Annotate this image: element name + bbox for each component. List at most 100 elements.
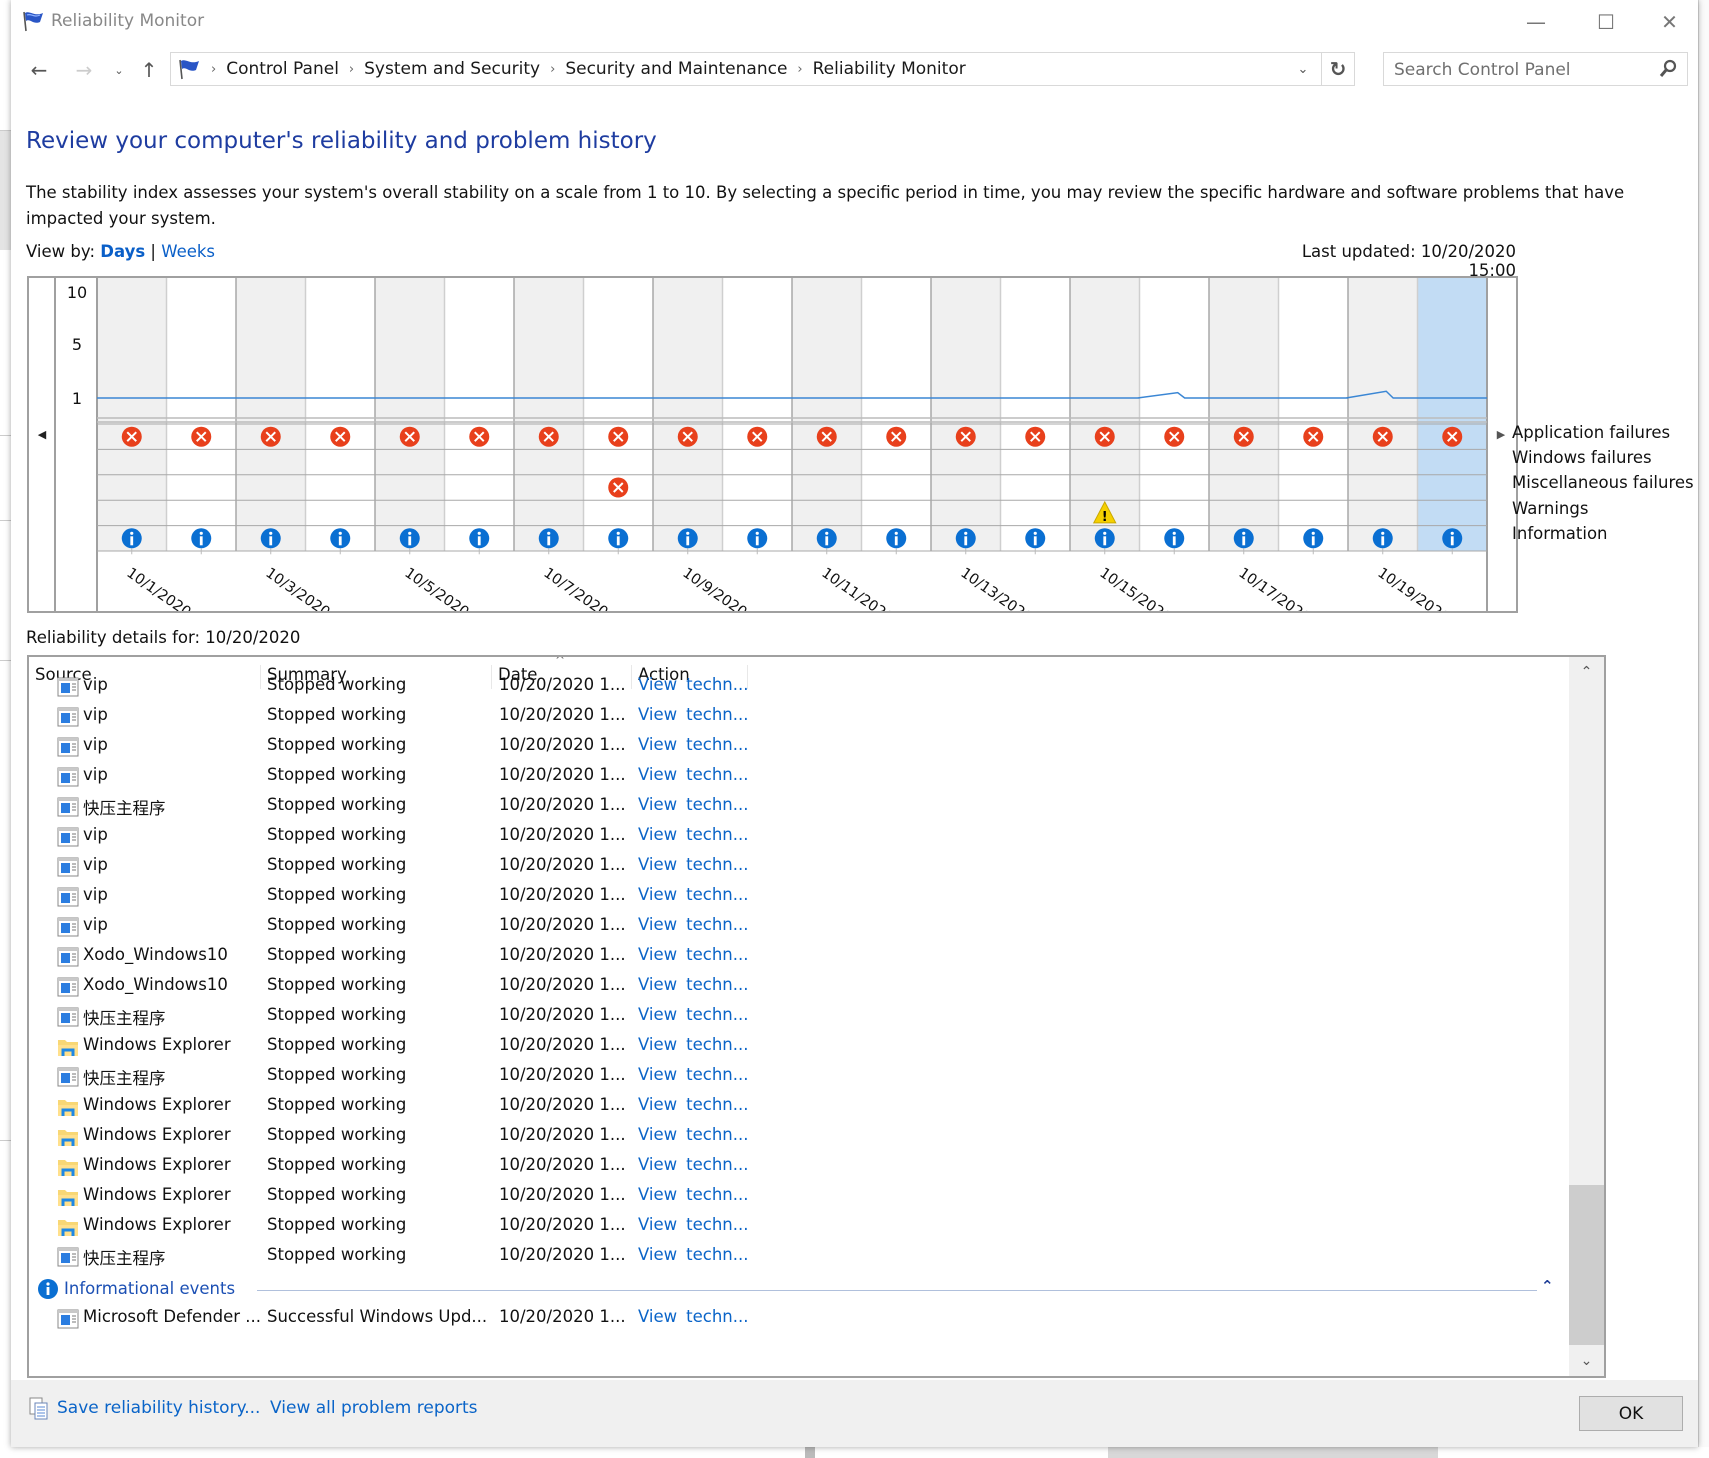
view-technical-details-link[interactable]: techn... xyxy=(686,795,748,814)
breadcrumb-system-and-security[interactable]: System and Security xyxy=(364,59,540,79)
view-technical-details-link[interactable]: View xyxy=(638,915,677,934)
address-dropdown-button[interactable]: ⌄ xyxy=(1288,53,1318,85)
table-row[interactable]: Windows Explorer Stopped working 10/20/202… xyxy=(29,1213,1569,1243)
table-row[interactable]: Windows Explorer Stopped working 10/20/202… xyxy=(29,1093,1569,1123)
breadcrumb-reliability-monitor[interactable]: Reliability Monitor xyxy=(813,59,966,79)
view-technical-details-link[interactable]: View xyxy=(638,825,677,844)
breadcrumb-separator-icon[interactable]: › xyxy=(797,62,802,77)
view-technical-details-link[interactable]: techn... xyxy=(686,735,748,754)
close-button[interactable]: ✕ xyxy=(1641,0,1698,44)
view-technical-details-link[interactable]: techn... xyxy=(686,1307,748,1326)
view-technical-details-link[interactable]: View xyxy=(638,1215,677,1234)
view-technical-details-link[interactable]: View xyxy=(638,705,677,724)
table-scrollbar[interactable]: ⌃ ⌄ xyxy=(1569,657,1604,1376)
breadcrumb-separator-icon[interactable]: › xyxy=(550,62,555,77)
scroll-left-icon[interactable]: ◀ xyxy=(38,428,47,441)
table-row[interactable]: vip Stopped working 10/20/2020 1... View tec… xyxy=(29,883,1569,913)
table-row[interactable]: vip Stopped working 10/20/2020 1... View tec… xyxy=(29,673,1569,703)
table-row[interactable]: vip Stopped working 10/20/2020 1... View tec… xyxy=(29,733,1569,763)
table-row[interactable]: Windows Explorer Stopped working 10/20/202… xyxy=(29,1153,1569,1183)
view-technical-details-link[interactable]: techn... xyxy=(686,975,748,994)
scroll-right-icon[interactable]: ▶ xyxy=(1497,428,1506,441)
forward-button[interactable]: → xyxy=(71,56,97,84)
view-technical-details-link[interactable]: View xyxy=(638,1185,677,1204)
view-technical-details-link[interactable]: techn... xyxy=(686,1185,748,1204)
table-row[interactable]: 快压主程序 Stopped working 10/20/2020 1... View t… xyxy=(29,793,1569,823)
informational-events-group[interactable]: Informational events ⌃ xyxy=(37,1275,1557,1305)
stability-chart[interactable]: 10 5 1! 10/1/2020 10/3/2020 10/5/2020 10/7/202… xyxy=(27,276,1518,613)
view-technical-details-link[interactable]: techn... xyxy=(686,915,748,934)
view-technical-details-link[interactable]: View xyxy=(638,735,677,754)
table-row[interactable]: 快压主程序 Stopped working 10/20/2020 1... View t… xyxy=(29,1063,1569,1093)
view-technical-details-link[interactable]: View xyxy=(638,1095,677,1114)
view-technical-details-link[interactable]: techn... xyxy=(686,1245,748,1264)
view-technical-details-link[interactable]: techn... xyxy=(686,1125,748,1144)
view-technical-details-link[interactable]: techn... xyxy=(686,1065,748,1084)
table-row[interactable]: Windows Explorer Stopped working 10/20/202… xyxy=(29,1183,1569,1213)
table-row[interactable]: vip Stopped working 10/20/2020 1... View tec… xyxy=(29,853,1569,883)
view-technical-details-link[interactable]: View xyxy=(638,675,677,694)
view-technical-details-link[interactable]: techn... xyxy=(686,1155,748,1174)
collapse-group-icon[interactable]: ⌃ xyxy=(1541,1277,1554,1295)
search-input[interactable]: Search Control Panel xyxy=(1383,52,1688,86)
view-technical-details-link[interactable]: techn... xyxy=(686,1095,748,1114)
refresh-button[interactable]: ↻ xyxy=(1321,53,1354,85)
view-technical-details-link[interactable]: View xyxy=(638,765,677,784)
ok-button[interactable]: OK xyxy=(1579,1396,1683,1431)
view-technical-details-link[interactable]: View xyxy=(638,975,677,994)
view-technical-details-link[interactable]: View xyxy=(638,1245,677,1264)
view-technical-details-link[interactable]: View xyxy=(638,855,677,874)
application-icon xyxy=(57,1247,79,1267)
view-technical-details-link[interactable]: View xyxy=(638,885,677,904)
address-bar[interactable]: › Control Panel › System and Security › … xyxy=(170,52,1355,86)
view-technical-details-link[interactable]: techn... xyxy=(686,675,748,694)
view-technical-details-link[interactable]: techn... xyxy=(686,705,748,724)
view-technical-details-link[interactable]: techn... xyxy=(686,945,748,964)
row-action: View techn... xyxy=(638,705,749,724)
view-technical-details-link[interactable]: View xyxy=(638,1035,677,1054)
table-row[interactable]: Windows Explorer Stopped working 10/20/202… xyxy=(29,1123,1569,1153)
view-technical-details-link[interactable]: techn... xyxy=(686,765,748,784)
stability-chart-svg[interactable]: 10 5 1! 10/1/2020 10/3/2020 10/5/2020 10/7/202… xyxy=(29,278,1516,611)
table-row[interactable]: Xodo_Windows10 Stopped working 10/20/2020 … xyxy=(29,943,1569,973)
save-reliability-history-link[interactable]: Save reliability history... xyxy=(57,1398,260,1418)
breadcrumb-control-panel[interactable]: Control Panel xyxy=(226,59,339,79)
view-technical-details-link[interactable]: View xyxy=(638,795,677,814)
table-row[interactable]: vip Stopped working 10/20/2020 1... View tec… xyxy=(29,913,1569,943)
table-row[interactable]: Xodo_Windows10 Stopped working 10/20/2020 … xyxy=(29,973,1569,1003)
view-technical-details-link[interactable]: View xyxy=(638,1005,677,1024)
scroll-down-button[interactable]: ⌄ xyxy=(1569,1346,1604,1376)
table-row[interactable]: 快压主程序 Stopped working 10/20/2020 1... View t… xyxy=(29,1243,1569,1273)
view-technical-details-link[interactable]: techn... xyxy=(686,885,748,904)
view-technical-details-link[interactable]: techn... xyxy=(686,1005,748,1024)
breadcrumb-security-and-maintenance[interactable]: Security and Maintenance xyxy=(565,59,787,79)
view-technical-details-link[interactable]: View xyxy=(638,1125,677,1144)
table-row[interactable]: vip Stopped working 10/20/2020 1... View tec… xyxy=(29,823,1569,853)
view-technical-details-link[interactable]: View xyxy=(638,1307,677,1326)
table-row[interactable]: 快压主程序 Stopped working 10/20/2020 1... View t… xyxy=(29,1003,1569,1033)
table-row[interactable]: Windows Explorer Stopped working 10/20/202… xyxy=(29,1033,1569,1063)
view-technical-details-link[interactable]: View xyxy=(638,1065,677,1084)
table-row[interactable]: vip Stopped working 10/20/2020 1... View tec… xyxy=(29,703,1569,733)
table-row[interactable]: Microsoft Defender ... Successful Windows… xyxy=(29,1305,1569,1335)
view-technical-details-link[interactable]: View xyxy=(638,1155,677,1174)
view-by-weeks-link[interactable]: Weeks xyxy=(161,242,215,261)
view-technical-details-link[interactable]: View xyxy=(638,945,677,964)
view-by-days-link[interactable]: Days xyxy=(100,242,145,261)
view-technical-details-link[interactable]: techn... xyxy=(686,825,748,844)
breadcrumb-separator-icon[interactable]: › xyxy=(349,62,354,77)
scroll-up-button[interactable]: ⌃ xyxy=(1569,657,1604,687)
view-technical-details-link[interactable]: techn... xyxy=(686,1035,748,1054)
recent-locations-button[interactable]: ⌄ xyxy=(106,56,132,84)
table-row[interactable]: vip Stopped working 10/20/2020 1... View tec… xyxy=(29,763,1569,793)
view-technical-details-link[interactable]: techn... xyxy=(686,1215,748,1234)
up-button[interactable]: ↑ xyxy=(136,56,162,84)
info-icon-bar xyxy=(825,536,829,546)
view-technical-details-link[interactable]: techn... xyxy=(686,855,748,874)
minimize-button[interactable]: — xyxy=(1501,0,1571,44)
scrollbar-thumb[interactable] xyxy=(1569,1185,1604,1345)
view-all-problem-reports-link[interactable]: View all problem reports xyxy=(270,1398,478,1418)
maximize-button[interactable]: ☐ xyxy=(1571,0,1641,44)
back-button[interactable]: ← xyxy=(26,56,52,84)
info-icon-dot xyxy=(686,531,690,535)
